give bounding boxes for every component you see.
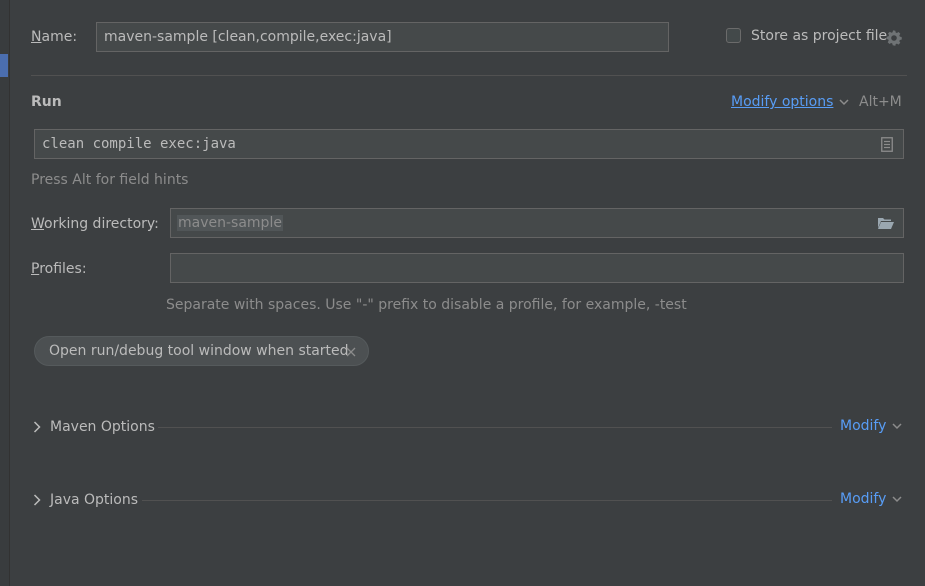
modify-options-link[interactable]: Modify options xyxy=(731,94,849,110)
java-options-modify-label: Modify xyxy=(840,491,887,507)
modify-options-label: Modify options xyxy=(731,94,834,110)
chevron-down-icon xyxy=(892,495,902,503)
command-line-field[interactable]: clean compile exec:java xyxy=(34,129,904,159)
header-divider xyxy=(31,75,907,76)
maven-options-chevron-right-icon[interactable] xyxy=(33,421,41,433)
selected-config-indicator[interactable] xyxy=(0,54,8,77)
working-directory-value: maven-sample xyxy=(177,215,283,231)
maven-options-modify-link[interactable]: Modify xyxy=(840,418,902,434)
profiles-hint-text: Separate with spaces. Use "-" prefix to … xyxy=(166,297,687,313)
name-field[interactable]: maven-sample [clean,compile,exec:java] xyxy=(96,22,669,52)
expand-field-icon[interactable] xyxy=(881,137,893,152)
chevron-down-icon xyxy=(839,98,849,106)
maven-options-label[interactable]: Maven Options xyxy=(50,419,155,435)
left-tree-strip xyxy=(0,0,10,586)
run-section-title: Run xyxy=(31,94,62,110)
chevron-down-icon xyxy=(892,422,902,430)
profiles-field[interactable] xyxy=(170,253,904,283)
java-options-chevron-right-icon[interactable] xyxy=(33,494,41,506)
maven-options-divider xyxy=(158,427,832,428)
modify-options-shortcut: Alt+M xyxy=(859,94,902,110)
java-options-label[interactable]: Java Options xyxy=(50,492,138,508)
profiles-label: Profiles: xyxy=(31,261,87,277)
java-options-divider xyxy=(142,500,832,501)
working-directory-label: Working directory: xyxy=(31,216,159,232)
store-as-project-file-label[interactable]: Store as project file xyxy=(751,28,887,44)
open-tool-window-chip[interactable]: Open run/debug tool window when started xyxy=(34,336,369,366)
command-line-value: clean compile exec:java xyxy=(42,136,236,152)
store-as-project-file-checkbox[interactable] xyxy=(726,28,741,43)
close-icon[interactable] xyxy=(346,347,356,357)
folder-open-icon[interactable] xyxy=(877,216,895,230)
java-options-modify-link[interactable]: Modify xyxy=(840,491,902,507)
gear-icon[interactable] xyxy=(885,29,903,47)
open-tool-window-chip-label: Open run/debug tool window when started xyxy=(49,343,349,359)
field-hints-text: Press Alt for field hints xyxy=(31,172,189,188)
name-label: Name: xyxy=(31,29,78,45)
name-field-value: maven-sample [clean,compile,exec:java] xyxy=(104,29,392,45)
maven-options-modify-label: Modify xyxy=(840,418,887,434)
working-directory-field[interactable]: maven-sample xyxy=(170,208,904,238)
run-configuration-panel: Name: maven-sample [clean,compile,exec:j… xyxy=(0,0,925,586)
